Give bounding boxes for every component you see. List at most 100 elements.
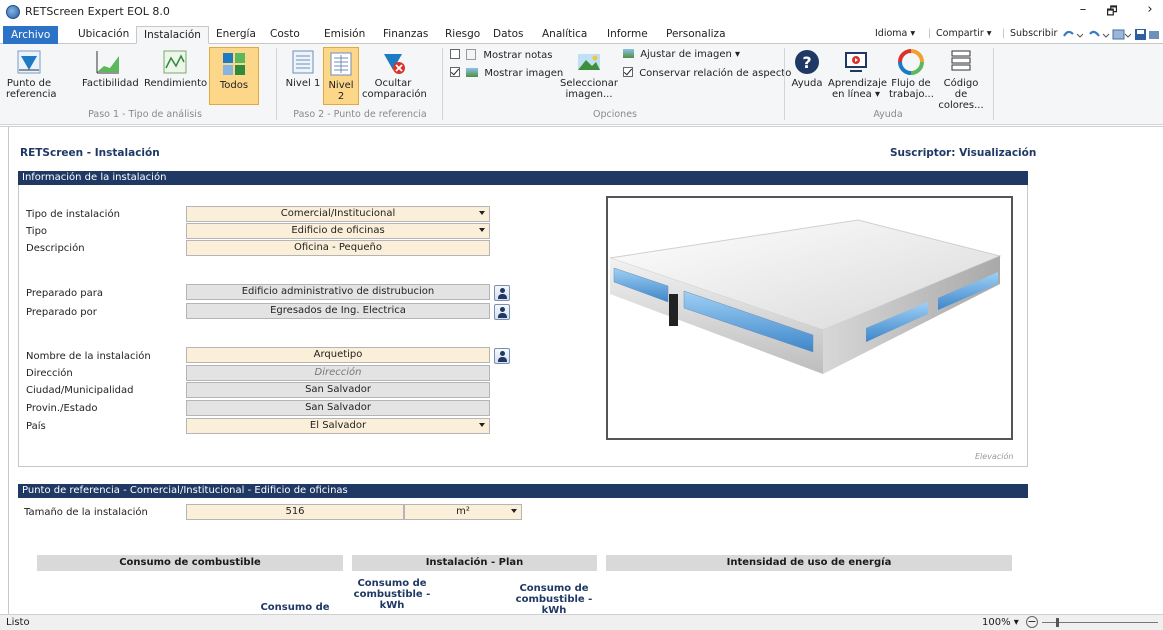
preparado-por-input[interactable]: Egresados de Ing. Electrica <box>186 303 490 319</box>
preparado-para-label: Preparado para <box>26 288 103 299</box>
tab-personaliza[interactable]: Personaliza <box>659 26 733 44</box>
paso1-group-label: Paso 1 - Tipo de análisis <box>88 109 202 120</box>
flujo-de-trabajo-button[interactable]: Flujo de trabajo... <box>888 48 934 100</box>
provincia-label: Provin./Estado <box>26 403 98 414</box>
tab-instalacion[interactable]: Instalación <box>136 26 209 44</box>
level2-grid-icon <box>330 52 352 76</box>
select-image-icon <box>578 54 600 70</box>
rendimiento-button[interactable]: Rendimiento <box>144 48 207 89</box>
compartir-menu[interactable]: Compartir ▾ <box>936 28 992 39</box>
tab-analitica[interactable]: Analítica <box>535 26 594 44</box>
restore-button[interactable]: 🗗 <box>1097 2 1127 23</box>
seleccionar-imagen-button[interactable]: Seleccionar imagen... <box>555 48 623 100</box>
zoom-dropdown[interactable]: 100% ▾ <box>982 617 1019 628</box>
checkbox-checked[interactable] <box>623 67 633 77</box>
instalacion-plan-header: Instalación - Plan <box>352 555 597 571</box>
nombre-instalacion-input[interactable]: Arquetipo <box>186 347 490 363</box>
main-content: RETScreen - Instalación Suscriptor: Visu… <box>0 126 1163 616</box>
unidad-select[interactable]: m² <box>404 504 522 520</box>
ocultar-comparacion-button[interactable]: Ocultar comparación <box>362 48 427 100</box>
zoom-slider-thumb[interactable] <box>1056 618 1059 627</box>
tab-emision[interactable]: Emisión <box>317 26 372 44</box>
benchmark-header: Punto de referencia - Comercial/Instituc… <box>18 484 1028 498</box>
preparado-para-input[interactable]: Edificio administrativo de distrubucion <box>186 284 490 300</box>
zoom-slider[interactable] <box>1042 622 1158 623</box>
tipo-instalacion-label: Tipo de instalación <box>26 209 120 220</box>
tab-riesgo[interactable]: Riesgo <box>438 26 487 44</box>
title-bar: RETScreen Expert EOL 8.0 – 🗗 › <box>0 0 1163 24</box>
dropdown-arrow-icon <box>511 509 517 513</box>
descripcion-label: Descripción <box>26 243 85 254</box>
todos-button[interactable]: Todos <box>209 47 259 105</box>
dropdown-arrow-icon <box>479 228 485 232</box>
tab-ubicacion[interactable]: Ubicación <box>71 26 136 44</box>
feasibility-chart-icon <box>96 51 119 74</box>
factibilidad-button[interactable]: Factibilidad <box>82 48 139 89</box>
notes-icon <box>466 49 477 60</box>
tamano-instalacion-label: Tamaño de la instalación <box>24 507 148 518</box>
tab-energia[interactable]: Energía <box>209 26 263 44</box>
pais-select[interactable]: El Salvador <box>186 418 490 434</box>
subscribir-link[interactable]: Subscribir <box>1010 28 1057 39</box>
intensidad-uso-header: Intensidad de uso de energía <box>606 555 1012 571</box>
tipo-instalacion-select[interactable]: Comercial/Institucional <box>186 206 490 222</box>
nombre-instalacion-label: Nombre de la instalación <box>26 351 151 362</box>
tab-finanzas[interactable]: Finanzas <box>376 26 435 44</box>
col-consumo-kwh-2: Consumo de combustible - kWh <box>515 583 593 616</box>
contact-person-icon[interactable] <box>494 348 510 364</box>
ciudad-label: Ciudad/Municipalidad <box>26 385 134 396</box>
tab-informe[interactable]: Informe <box>600 26 655 44</box>
close-more-button[interactable]: › <box>1140 2 1160 17</box>
image-icon <box>466 68 479 77</box>
workflow-cycle-icon <box>898 49 924 75</box>
nivel2-button[interactable]: Nivel 2 <box>323 47 359 105</box>
idioma-menu[interactable]: Idioma ▾ <box>875 28 915 39</box>
tipo-select[interactable]: Edificio de oficinas <box>186 223 490 239</box>
tamano-instalacion-input[interactable]: 516 <box>186 504 404 520</box>
benchmark-icon <box>17 50 41 74</box>
tab-datos[interactable]: Datos <box>486 26 531 44</box>
ayuda-button[interactable]: ? Ayuda <box>789 48 825 89</box>
codigo-de-colores-button[interactable]: Código de colores... <box>936 48 986 111</box>
provincia-input[interactable]: San Salvador <box>186 400 490 416</box>
performance-chart-icon <box>163 50 187 74</box>
menu-bar: Archivo Ubicación Instalación Energía Co… <box>0 24 1163 44</box>
checkbox-checked[interactable] <box>450 67 460 77</box>
col-consumo-kwh: Consumo de combustible - kWh <box>353 578 431 611</box>
tab-archivo[interactable]: Archivo <box>3 26 59 44</box>
ciudad-input[interactable]: San Salvador <box>186 382 490 398</box>
export-icon <box>1149 31 1159 39</box>
level1-list-icon <box>292 50 314 74</box>
print-icon <box>1112 29 1125 40</box>
page-title: RETScreen - Instalación <box>20 147 160 159</box>
ajustar-imagen-dropdown[interactable]: Ajustar de imagen ▾ <box>623 49 740 60</box>
contact-person-icon[interactable] <box>494 285 510 301</box>
opciones-group-label: Opciones <box>593 109 637 120</box>
descripcion-input[interactable]: Oficina - Pequeño <box>186 240 490 256</box>
undo-icon <box>1063 30 1074 37</box>
minimize-button[interactable]: – <box>1068 2 1098 17</box>
app-logo-icon <box>6 5 20 19</box>
status-text: Listo <box>6 617 30 628</box>
punto-de-referencia-button[interactable]: Punto de referencia <box>6 48 57 100</box>
conservar-relacion-checkbox[interactable]: Conservar relación de aspecto <box>623 67 791 79</box>
facility-image[interactable] <box>606 196 1013 440</box>
mostrar-imagen-checkbox[interactable]: Mostrar imagen <box>450 67 563 79</box>
color-code-icon <box>951 50 971 71</box>
checkbox-unchecked[interactable] <box>450 49 460 59</box>
zoom-out-icon[interactable]: − <box>1026 616 1038 628</box>
tab-costo[interactable]: Costo <box>263 26 307 44</box>
status-bar: Listo 100% ▾ − <box>0 614 1163 630</box>
ayuda-group-label: Ayuda <box>873 109 903 120</box>
contact-person-icon[interactable] <box>494 304 510 320</box>
building-illustration <box>609 219 1002 374</box>
mostrar-notas-checkbox[interactable]: Mostrar notas <box>450 49 553 61</box>
direccion-input[interactable]: Dirección <box>186 365 490 381</box>
help-icon: ? <box>795 50 819 74</box>
subscriber-status: Suscriptor: Visualización <box>890 147 1037 159</box>
nivel1-button[interactable]: Nivel 1 <box>285 48 321 89</box>
adjust-image-icon <box>623 49 634 58</box>
col-consumo: Consumo de <box>260 602 330 613</box>
image-caption: Elevación <box>975 452 1014 461</box>
aprendizaje-en-linea-button[interactable]: Aprendizaje en línea ▾ <box>827 48 887 100</box>
